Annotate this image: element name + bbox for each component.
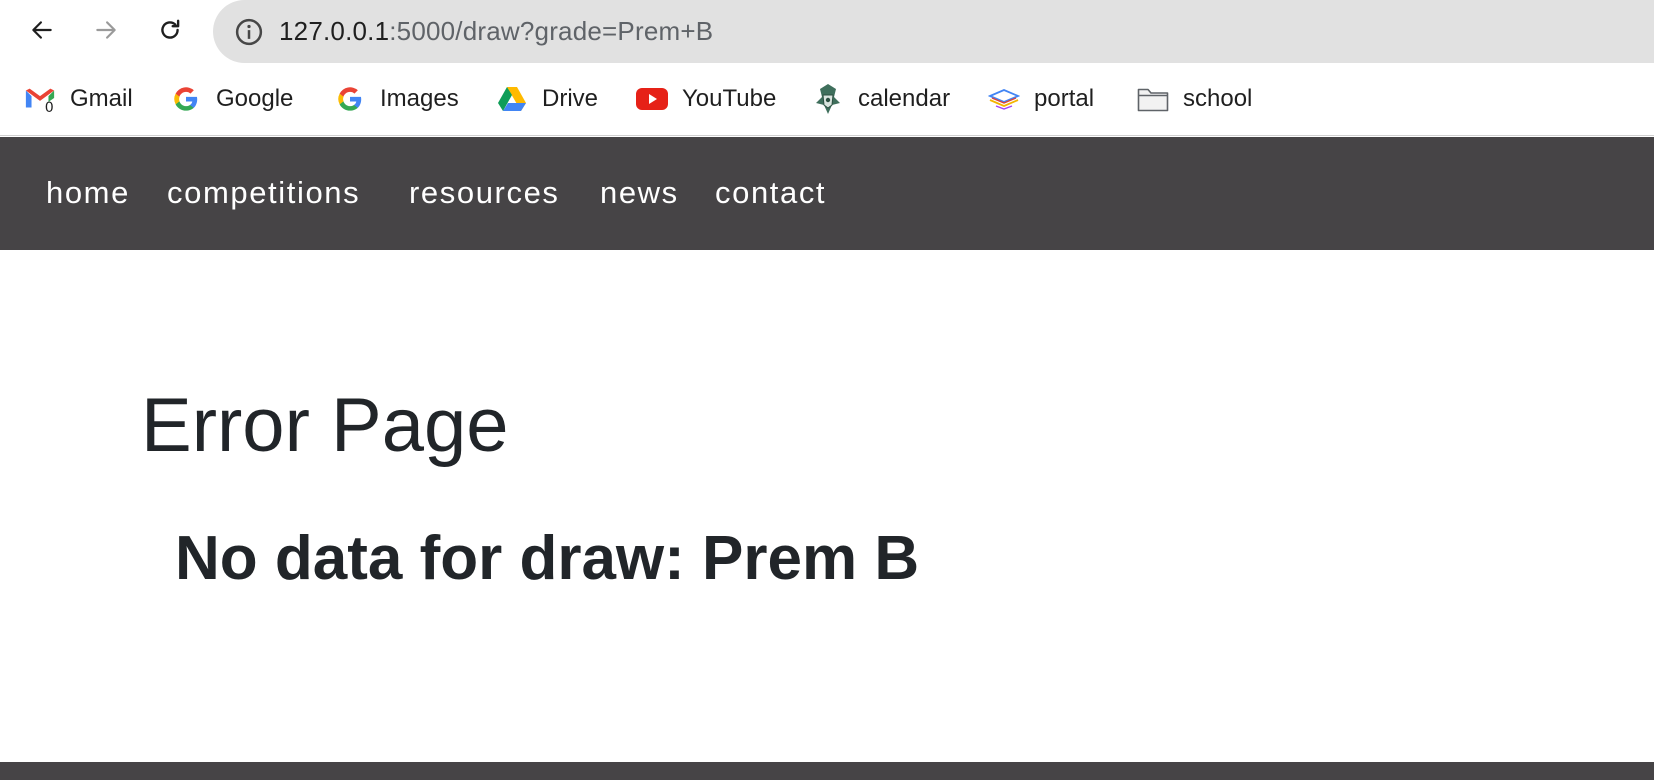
bookmark-label: Google — [216, 85, 294, 112]
gmail-icon: 0 — [24, 83, 56, 115]
error-message: No data for draw: Prem B — [175, 524, 920, 593]
address-bar[interactable]: 127.0.0.1:5000/draw?grade=Prem+B — [213, 0, 1654, 63]
page-title: Error Page — [141, 383, 509, 468]
nav-contact[interactable]: contact — [715, 175, 826, 211]
bookmark-label: calendar — [858, 85, 951, 112]
reload-button[interactable] — [150, 10, 190, 50]
nav-news[interactable]: news — [600, 175, 679, 211]
bookmark-gmail[interactable]: 0 Gmail — [24, 81, 133, 117]
bookmark-school[interactable]: school — [1137, 81, 1252, 117]
google-icon — [170, 83, 202, 115]
back-button[interactable] — [22, 10, 62, 50]
nav-home[interactable]: home — [46, 175, 130, 211]
reload-icon — [161, 19, 180, 39]
bookmark-label: Gmail — [70, 85, 133, 112]
arrow-left-icon — [32, 21, 52, 39]
gmail-badge: 0 — [45, 100, 54, 114]
forward-button[interactable] — [86, 10, 126, 50]
bookmark-portal[interactable]: portal — [988, 81, 1094, 117]
site-nav: home competitions resources news contact — [0, 137, 1654, 250]
bookmark-label: Drive — [542, 85, 599, 112]
youtube-icon — [636, 83, 668, 115]
google-icon — [334, 83, 366, 115]
url-path: :5000/draw?grade=Prem+B — [389, 16, 714, 46]
url-host: 127.0.0.1 — [279, 16, 390, 46]
footer-bar — [0, 762, 1654, 780]
arrow-right-icon — [96, 21, 116, 39]
folder-icon — [1137, 83, 1169, 115]
bookmark-calendar[interactable]: calendar — [812, 81, 950, 117]
nav-resources[interactable]: resources — [409, 175, 560, 211]
layers-icon — [988, 83, 1020, 115]
bookmark-label: portal — [1034, 85, 1095, 112]
browser-toolbar: 127.0.0.1:5000/draw?grade=Prem+B — [0, 0, 1654, 63]
bookmark-drive[interactable]: Drive — [496, 81, 598, 117]
url-text[interactable]: 127.0.0.1:5000/draw?grade=Prem+B — [279, 16, 713, 47]
bookmark-label: Images — [380, 85, 459, 112]
bookmark-google[interactable]: Google — [170, 81, 293, 117]
bookmark-label: school — [1183, 85, 1253, 112]
nav-competitions[interactable]: competitions — [167, 175, 360, 211]
site-info-icon[interactable] — [233, 16, 265, 48]
crest-icon — [812, 83, 844, 115]
bookmarks-bar: 0 Gmail Google Images Drive YouTube cale… — [0, 63, 1654, 136]
bookmark-images[interactable]: Images — [334, 81, 459, 117]
bookmark-youtube[interactable]: YouTube — [636, 81, 776, 117]
drive-icon — [496, 83, 528, 115]
bookmark-label: YouTube — [682, 85, 777, 112]
